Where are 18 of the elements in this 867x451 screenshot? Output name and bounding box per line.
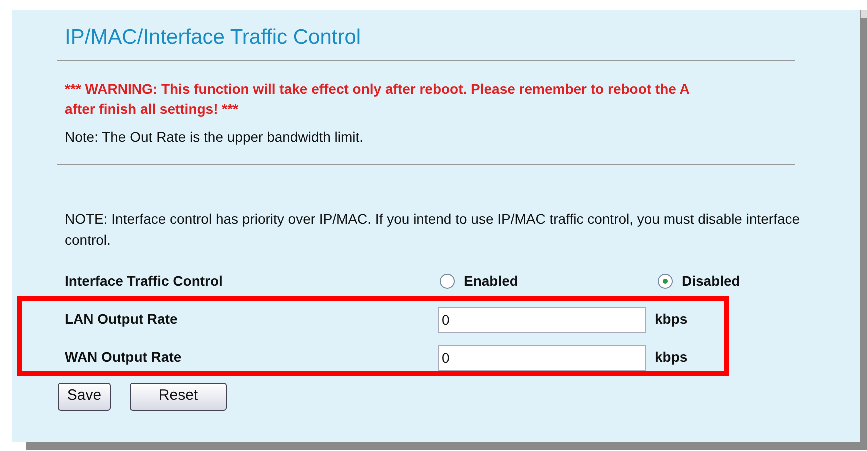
page-title: IP/MAC/Interface Traffic Control xyxy=(64,25,362,51)
warning-text: *** WARNING: This function will take effect only after reboot. Please remember to reboot the A xyxy=(65,80,691,98)
radio-label[interactable]: Disabled xyxy=(682,271,740,292)
radio-button[interactable] xyxy=(440,274,455,289)
unit-label: kbps xyxy=(655,310,688,329)
radio-button[interactable] xyxy=(658,274,673,289)
note-text: Note: The Out Rate is the upper bandwidth limit. xyxy=(64,128,365,147)
priority-note: NOTE: Interface control has priority over IP/MAC. If you intend to use IP/MAC traffic control, you must disable interface control. xyxy=(64,210,802,250)
warning-text: after finish all settings! *** xyxy=(65,100,240,118)
unit-label: kbps xyxy=(655,348,688,367)
rate-input[interactable]: 0 xyxy=(438,344,646,370)
rate-input[interactable]: 0 xyxy=(438,306,646,332)
field-label: WAN Output Rate xyxy=(65,348,183,367)
radio-label[interactable]: Enabled xyxy=(464,271,518,292)
save-button[interactable]: Save xyxy=(58,382,111,410)
field-label: LAN Output Rate xyxy=(65,310,179,329)
field-label: Interface Traffic Control xyxy=(65,272,224,291)
reset-button[interactable]: Reset xyxy=(130,382,227,410)
